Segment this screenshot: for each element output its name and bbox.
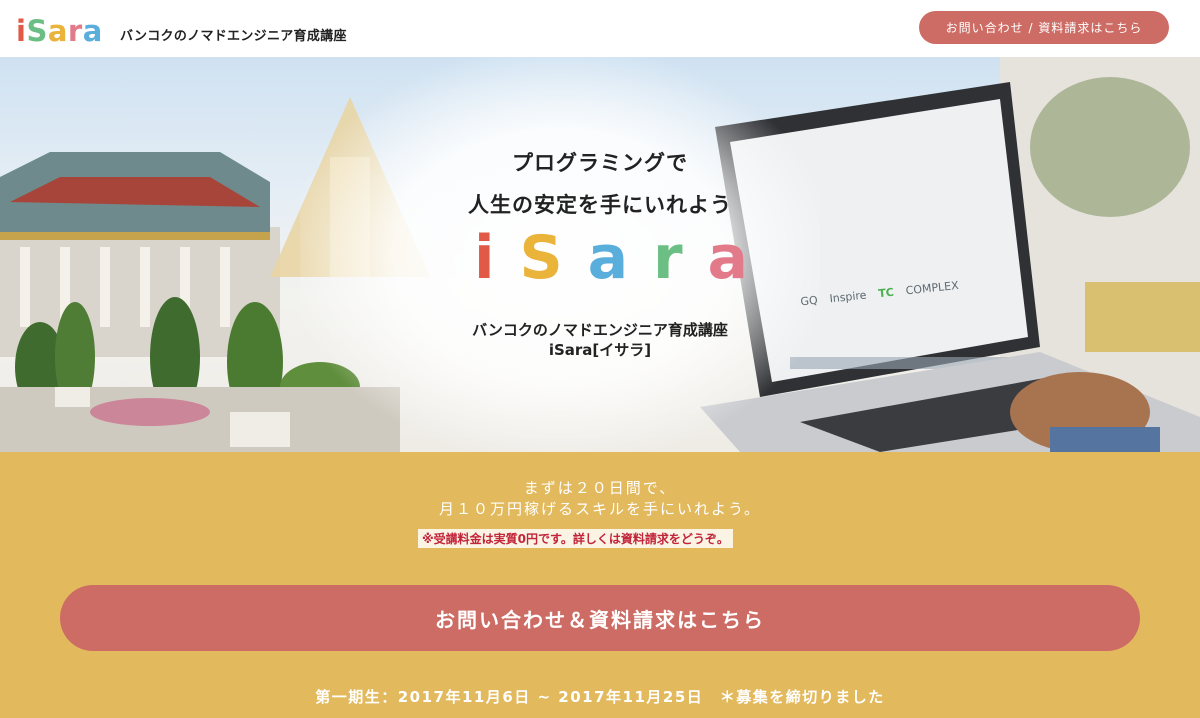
offer-line2: 月１０万円稼げるスキルを手にいれよう。	[438, 500, 762, 518]
logo-letter: a	[47, 14, 68, 48]
offer-section: まずは２０日間で、 月１０万円稼げるスキルを手にいれよう。 ※受講料金は実質0円…	[0, 452, 1200, 718]
cohort-period: 第一期生：2017年11月6日 ~ 2017年11月25日 ＊募集を締切りました	[315, 688, 885, 706]
hero-logo: i S a r a	[474, 223, 750, 293]
hero-brand-name: iSara[イサラ]	[548, 341, 652, 359]
logo-letter: a	[82, 14, 103, 48]
site-header: i S a r a バンコクのノマドエンジニア育成講座 お問い合わせ / 資料請…	[0, 0, 1200, 57]
logo-letter: S	[26, 14, 48, 48]
hero-copy: プログラミングで 人生の安定を手にいれよう i S a r a バンコクのノマド…	[0, 57, 1200, 452]
hero-headline-line1: プログラミングで	[512, 151, 688, 175]
contact-request-button[interactable]: お問い合わせ＆資料請求はこちら	[60, 585, 1140, 651]
site-tagline: バンコクのノマドエンジニア育成講座	[120, 29, 347, 44]
logo-letter: a	[707, 223, 750, 293]
logo-letter: a	[587, 223, 631, 293]
logo-letter: i	[16, 14, 27, 48]
hero-headline-line2: 人生の安定を手にいれよう	[468, 193, 732, 217]
header-contact-button[interactable]: お問い合わせ / 資料請求はこちら	[919, 11, 1169, 44]
logo-letter: r	[652, 223, 685, 293]
offer-line1: まずは２０日間で、	[523, 479, 677, 497]
fee-notice: ※受講料金は実質0円です。詳しくは資料請求をどうぞ。	[418, 529, 733, 548]
site-logo[interactable]: i S a r a	[16, 14, 103, 48]
logo-letter: r	[67, 14, 83, 48]
hero-subtitle: バンコクのノマドエンジニア育成講座	[472, 321, 728, 339]
logo-letter: i	[474, 223, 497, 293]
hero-section: GQ Inspire TC COMPLEX プログラミングで 人生の安定を手にい…	[0, 57, 1200, 452]
logo-letter: S	[519, 223, 565, 293]
